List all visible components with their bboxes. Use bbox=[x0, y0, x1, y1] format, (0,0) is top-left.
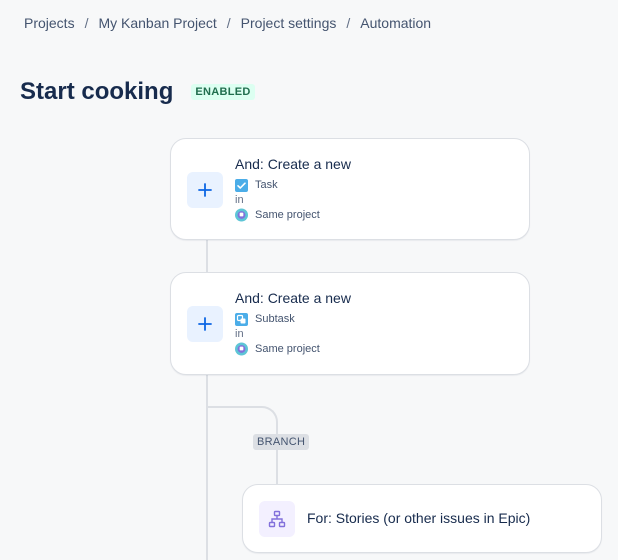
project-label: Same project bbox=[255, 209, 320, 221]
automation-page: Projects / My Kanban Project / Project s… bbox=[0, 0, 618, 560]
plus-icon bbox=[187, 306, 223, 342]
issue-type-row: Subtask bbox=[235, 311, 351, 327]
hierarchy-icon bbox=[259, 501, 295, 537]
connector-line bbox=[206, 375, 208, 560]
project-row: Same project bbox=[235, 207, 351, 223]
action-card-create-subtask[interactable]: And: Create a new Subtask in Same projec… bbox=[170, 272, 530, 375]
breadcrumb-separator: / bbox=[84, 15, 89, 31]
project-avatar-icon bbox=[235, 342, 248, 356]
subtask-icon bbox=[235, 312, 248, 326]
breadcrumb-separator: / bbox=[226, 15, 231, 31]
card-body: And: Create a new Subtask in Same projec… bbox=[235, 290, 351, 357]
connector-line bbox=[276, 454, 278, 484]
breadcrumb-separator: / bbox=[346, 15, 351, 31]
issue-type-label: Subtask bbox=[255, 313, 295, 325]
project-avatar-icon bbox=[235, 208, 248, 222]
issue-type-row: Task bbox=[235, 177, 351, 193]
branch-title: For: Stories (or other issues in Epic) bbox=[307, 510, 531, 526]
branch-label: BRANCH bbox=[253, 434, 310, 450]
rule-header: Start cooking ENABLED bbox=[20, 78, 255, 106]
breadcrumb-project[interactable]: My Kanban Project bbox=[98, 15, 216, 31]
breadcrumb-automation[interactable]: Automation bbox=[360, 15, 431, 31]
breadcrumb-project-settings[interactable]: Project settings bbox=[241, 15, 337, 31]
branch-card[interactable]: For: Stories (or other issues in Epic) bbox=[242, 484, 602, 553]
connector-line bbox=[206, 240, 208, 272]
project-label: Same project bbox=[255, 343, 320, 355]
status-badge: ENABLED bbox=[191, 84, 255, 100]
action-card-create-task[interactable]: And: Create a new Task in Same project bbox=[170, 138, 530, 240]
breadcrumb: Projects / My Kanban Project / Project s… bbox=[24, 15, 431, 31]
project-row: Same project bbox=[235, 341, 351, 357]
page-title[interactable]: Start cooking bbox=[20, 78, 173, 106]
task-icon bbox=[235, 178, 248, 192]
card-title: And: Create a new bbox=[235, 290, 351, 306]
card-body: For: Stories (or other issues in Epic) bbox=[307, 510, 530, 526]
in-label: in bbox=[235, 328, 244, 340]
breadcrumb-projects[interactable]: Projects bbox=[24, 15, 75, 31]
issue-type-label: Task bbox=[255, 179, 278, 191]
plus-icon bbox=[187, 172, 223, 208]
card-title: And: Create a new bbox=[235, 156, 351, 172]
card-body: And: Create a new Task in Same project bbox=[235, 156, 351, 223]
in-label: in bbox=[235, 194, 244, 206]
